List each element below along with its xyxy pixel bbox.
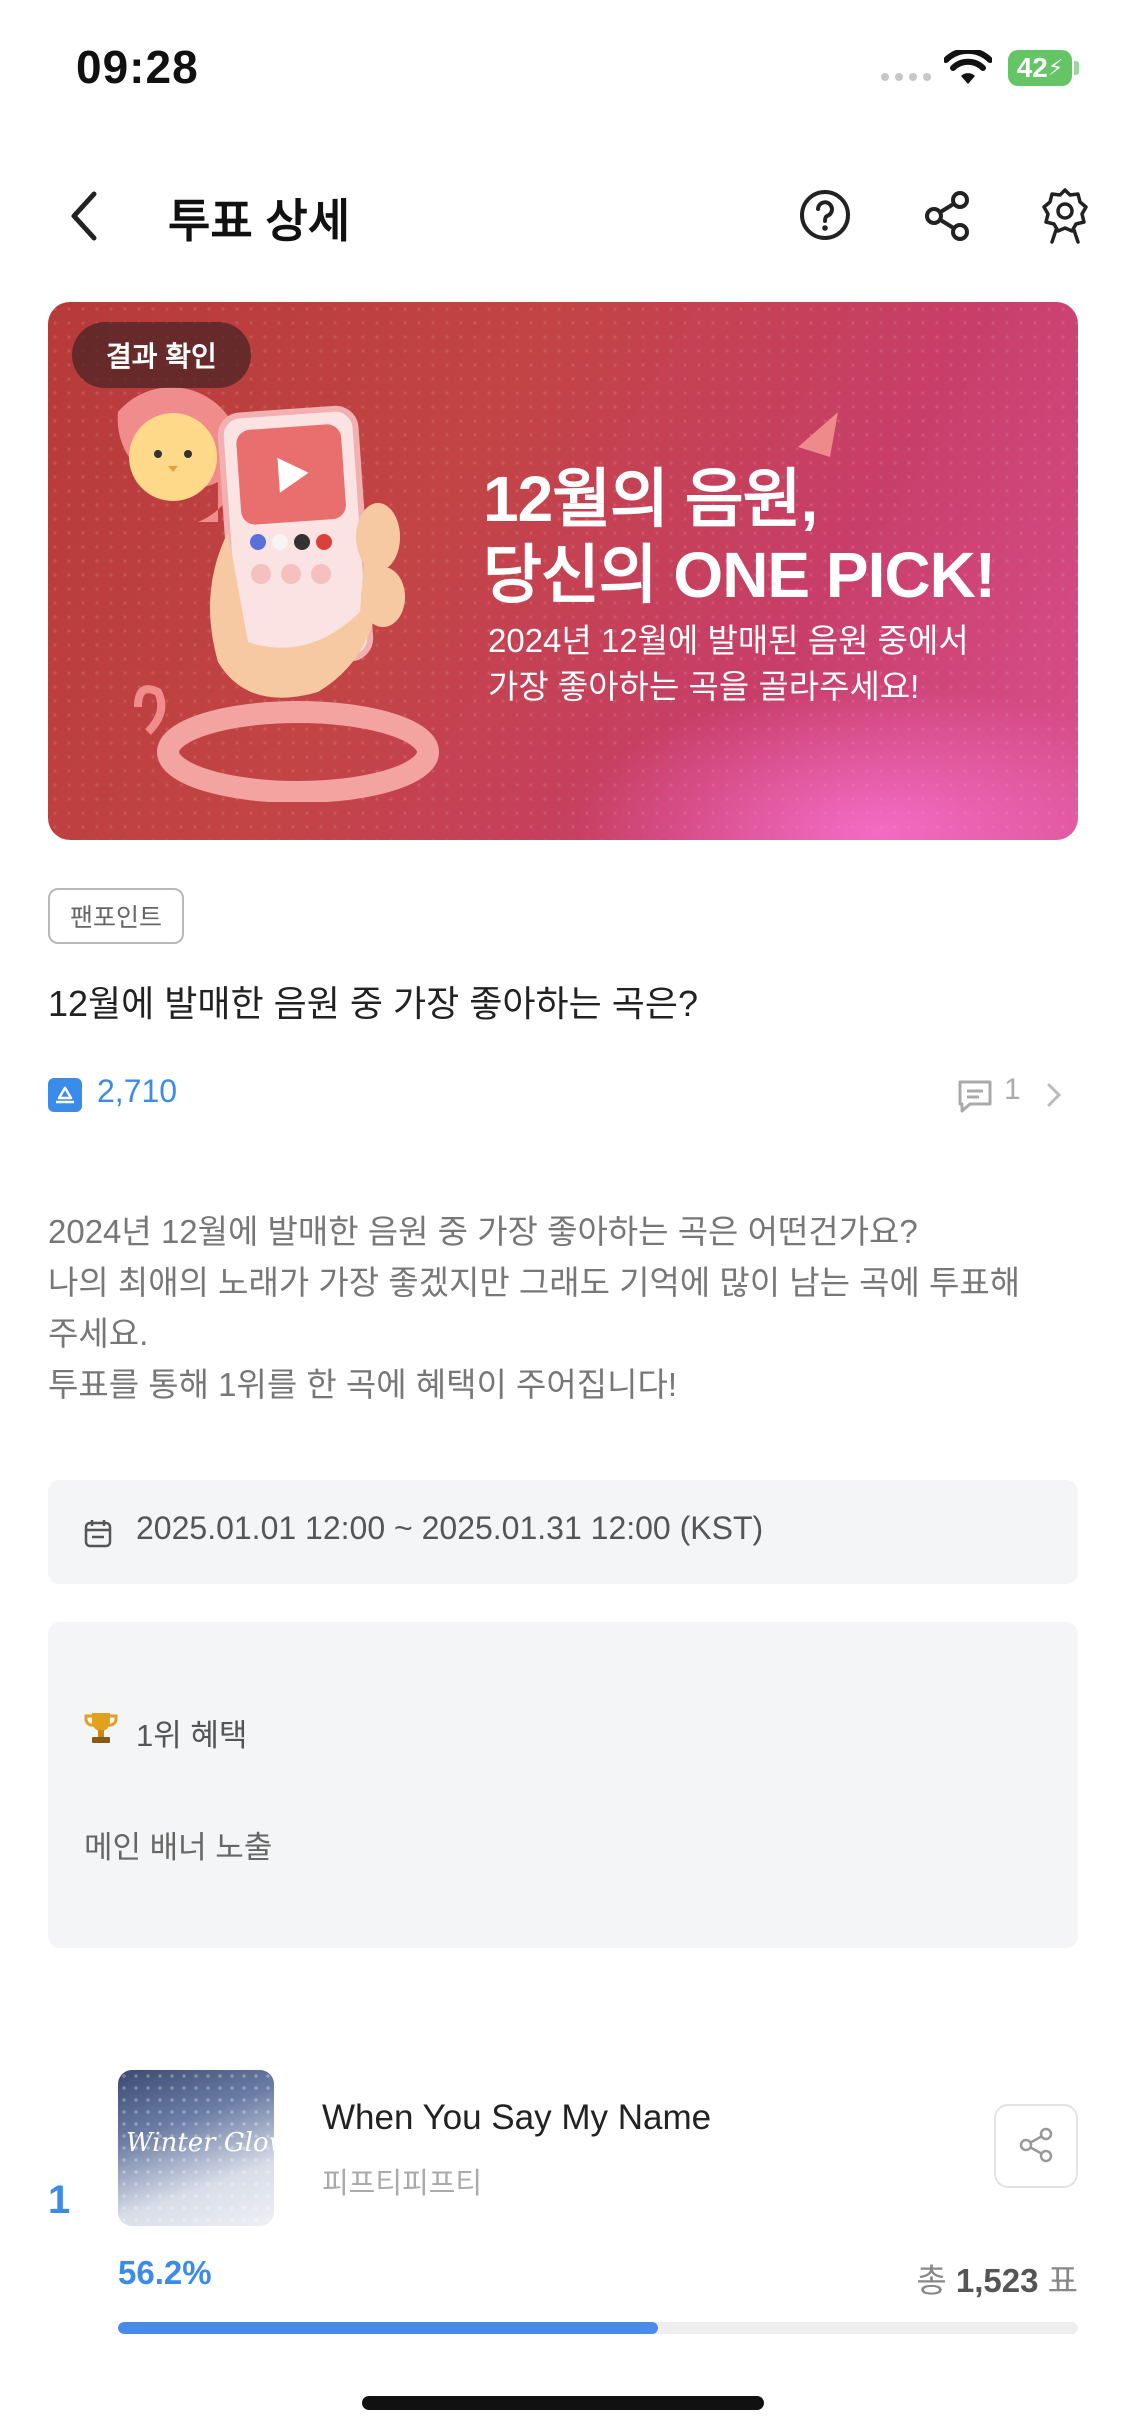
description-line: 2024년 12월에 발매한 음원 중 가장 좋아하는 곡은 어떤건가요?	[48, 1213, 918, 1250]
cellular-signal-icon	[881, 73, 931, 81]
home-indicator	[362, 2396, 764, 2410]
chevron-right-icon[interactable]	[1044, 1081, 1064, 1109]
benefit-description: 메인 배너 노출	[84, 1830, 273, 1865]
settings-badge-icon[interactable]	[1040, 186, 1090, 246]
vote-period: 2025.01.01 12:00 ~ 2025.01.31 12:00 (KST…	[136, 1510, 764, 1546]
calendar-icon	[84, 1520, 112, 1548]
comment-count[interactable]: 1	[1004, 1073, 1021, 1107]
share-icon[interactable]	[922, 190, 972, 242]
category-tag: 팬포인트	[48, 888, 185, 944]
vote-percent: 56.2%	[118, 2254, 212, 2291]
vote-unit: 표	[1047, 2262, 1078, 2299]
event-banner[interactable]: 결과 확인 12월의 음원, 당신의 ONE PICK! 2024년 12월에 …	[48, 302, 1078, 840]
charging-bolt-icon: ⚡	[1047, 55, 1064, 80]
rank-number: 1	[48, 2178, 71, 2222]
vote-progress-bar	[118, 2322, 1078, 2334]
banner-headline-2: 당신의 ONE PICK!	[483, 539, 996, 611]
banner-subtext-1: 2024년 12월에 발매된 음원 중에서	[488, 622, 969, 659]
comment-icon[interactable]	[956, 1078, 994, 1114]
total-prefix: 총	[916, 2262, 947, 2299]
description-line: 나의 최애의 노래가 가장 좋겠지만 그래도 기억에 많이 남는 곡에 투표해	[48, 1264, 1021, 1301]
share-icon	[1019, 2127, 1053, 2163]
description-line: 투표를 통해 1위를 한 곡에 혜택이 주어집니다!	[48, 1366, 678, 1403]
banner-subtext-2: 가장 좋아하는 곡을 골라주세요!	[488, 668, 920, 705]
participant-count: 2,710	[97, 1073, 178, 1109]
description-line: 주세요.	[48, 1315, 149, 1352]
wifi-icon	[944, 50, 992, 84]
album-cover: Winter Glow	[118, 2070, 274, 2226]
battery-indicator: 42 ⚡	[1008, 50, 1072, 86]
benefit-box: 1위 혜택 메인 배너 노출	[48, 1622, 1078, 1948]
trophy-icon	[84, 1713, 118, 1743]
song-share-button[interactable]	[994, 2104, 1078, 2188]
page-title: 투표 상세	[168, 195, 351, 247]
phone-hand-illustration	[117, 387, 439, 802]
song-title: When You Say My Name	[322, 2098, 712, 2137]
artist-name: 피프티피프티	[322, 2168, 483, 2200]
album-title: Winter Glow	[126, 2128, 274, 2158]
vote-count: 1,523	[955, 2262, 1039, 2299]
back-icon[interactable]	[64, 188, 104, 244]
result-check-badge[interactable]: 결과 확인	[72, 322, 251, 388]
help-icon[interactable]	[798, 188, 852, 242]
battery-cap	[1074, 61, 1079, 75]
vote-description: 2024년 12월에 발매한 음원 중 가장 좋아하는 곡은 어떤건가요? 나의…	[48, 1206, 1088, 1410]
vote-progress-fill	[118, 2322, 658, 2334]
participants-icon	[48, 1078, 82, 1112]
status-time: 09:28	[76, 41, 199, 93]
vote-period-box: 2025.01.01 12:00 ~ 2025.01.31 12:00 (KST…	[48, 1480, 1078, 1584]
battery-level: 42	[1016, 52, 1048, 83]
vote-title: 12월에 발매한 음원 중 가장 좋아하는 곡은?	[48, 983, 698, 1024]
benefit-title: 1위 혜택	[136, 1718, 248, 1753]
total-votes: 총 1,523 표	[910, 2254, 1078, 2302]
